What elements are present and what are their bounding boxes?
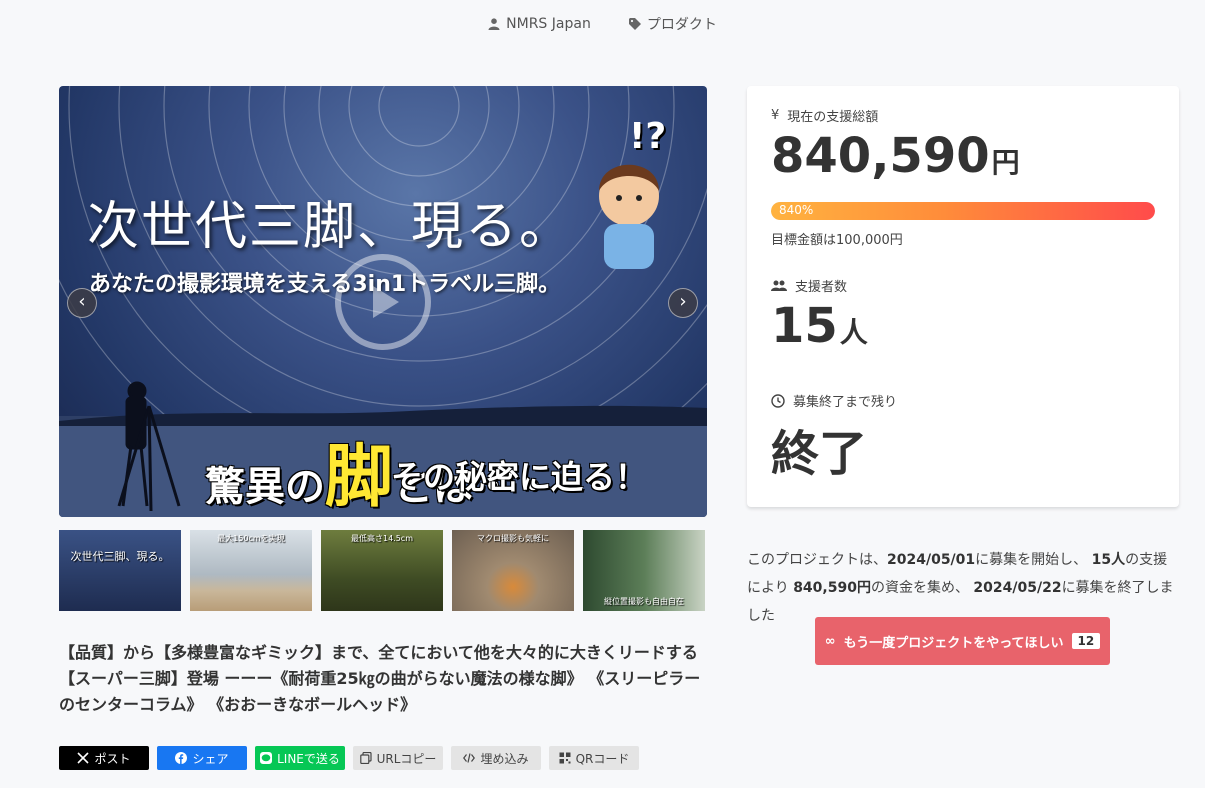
user-icon	[488, 18, 500, 30]
backers-count-unit: 人	[839, 316, 868, 349]
summary-text-4: の資金を集め、	[870, 580, 969, 596]
hero-catch-a: 驚異の	[205, 464, 325, 510]
embed-button[interactable]: 埋め込み	[451, 746, 541, 770]
total-amount-unit: 円	[991, 146, 1020, 179]
owner-name: NMRS Japan	[506, 16, 591, 32]
hero-subtitle: あなたの撮影環境を支える3in1トラベル三脚。	[89, 272, 561, 297]
category-name: プロダクト	[646, 17, 717, 33]
thumbnail-2[interactable]: 最大150cmを実現	[190, 530, 312, 611]
request-again-count: 12	[1071, 633, 1101, 649]
share-line-button[interactable]: LINEで送る	[255, 746, 345, 770]
funding-progress-bar: 840%	[771, 202, 1155, 220]
facebook-icon	[175, 752, 188, 764]
qr-code-icon	[559, 752, 571, 764]
backers-label-text: 支援者数	[795, 280, 848, 295]
thumbnail-4[interactable]: マクロ撮影も気軽に	[452, 530, 574, 611]
share-facebook-label: シェア	[192, 751, 229, 766]
category-link[interactable]: プロダクト	[628, 14, 717, 34]
summary-text-2: に募集を開始し、	[975, 552, 1088, 568]
funding-stats-card: ¥ 現在の支援総額 840,590円 840% 目標金額は100,000円 支援…	[747, 86, 1179, 507]
summary-backers: 15人	[1091, 552, 1126, 568]
thumbnail-caption: マクロ撮影も気軽に	[477, 534, 549, 543]
tag-icon	[628, 18, 641, 30]
thumbnail-caption: 最大150cmを実現	[217, 534, 285, 543]
project-meta-bar: NMRS Japan プロダクト	[0, 14, 1205, 34]
project-description: 【品質】から【多様豊富なギミック】まで、全てにおいて他を大々的に大きくリードする…	[59, 643, 701, 714]
users-icon	[771, 280, 787, 291]
share-buttons: ポスト シェア LINEで送る URLコピー 埋め込み QRコード	[59, 746, 639, 770]
slider-next-button[interactable]: ›	[668, 288, 698, 318]
summary-start-date: 2024/05/01	[887, 552, 976, 568]
share-x-button[interactable]: ポスト	[59, 746, 149, 770]
thumbnail-caption: 最低高さ14.5cm	[350, 534, 413, 543]
share-x-label: ポスト	[94, 751, 131, 766]
embed-label: 埋め込み	[480, 751, 529, 766]
thumbnail-5[interactable]: 縦位置撮影も自由自在	[583, 530, 705, 611]
play-video-button[interactable]	[335, 254, 431, 350]
qr-code-button[interactable]: QRコード	[549, 746, 639, 770]
line-icon	[260, 752, 273, 764]
request-again-label: もう一度プロジェクトをやってほしい	[843, 635, 1064, 651]
thumbnail-strip: 次世代三脚、現る。 最大150cmを実現 最低高さ14.5cm マクロ撮影も気軽…	[59, 530, 705, 611]
remaining-label: 募集終了まで残り	[771, 391, 897, 410]
share-facebook-button[interactable]: シェア	[157, 746, 247, 770]
remaining-label-text: 募集終了まで残り	[793, 395, 898, 410]
thumbnail-3[interactable]: 最低高さ14.5cm	[321, 530, 443, 611]
summary-end-date: 2024/05/22	[973, 580, 1062, 596]
qr-code-label: QRコード	[575, 751, 630, 766]
yen-icon: ¥	[771, 108, 780, 123]
total-amount-label: ¥ 現在の支援総額	[771, 106, 878, 125]
total-amount: 840,590円	[771, 128, 1020, 184]
goal-amount: 目標金額は100,000円	[771, 233, 903, 248]
clock-icon	[771, 393, 785, 408]
slider-prev-button[interactable]: ‹	[67, 288, 97, 318]
cartoon-character	[599, 164, 659, 269]
hero-title: 次世代三脚、現る。	[87, 197, 574, 257]
request-again-button[interactable]: ∞ もう一度プロジェクトをやってほしい 12	[815, 617, 1110, 665]
summary-amount: 840,590円	[793, 580, 871, 596]
hero-catch-big: 脚	[325, 438, 394, 517]
hero-badge: !?	[629, 116, 667, 157]
summary-text-1: このプロジェクトは、	[747, 552, 887, 568]
thumbnail-1[interactable]: 次世代三脚、現る。	[59, 530, 181, 611]
thumbnail-caption: 次世代三脚、現る。	[70, 550, 170, 563]
owner-link[interactable]: NMRS Japan	[488, 14, 591, 34]
total-amount-value: 840,590	[771, 128, 990, 184]
play-icon	[373, 286, 399, 318]
total-amount-label-text: 現在の支援総額	[787, 110, 879, 125]
progress-percent: 840%	[779, 203, 814, 217]
infinity-icon: ∞	[824, 633, 836, 649]
backers-count-value: 15	[771, 298, 838, 354]
copy-icon	[359, 752, 372, 764]
project-main-visual[interactable]: 次世代三脚、現る。 あなたの撮影環境を支える3in1トラベル三脚。 驚異の脚とは…	[59, 86, 707, 517]
hero-tagline: その秘密に迫る！	[391, 458, 648, 496]
thumbnail-caption: 縦位置撮影も自由自在	[604, 597, 684, 606]
x-logo-icon	[77, 752, 90, 764]
backers-label: 支援者数	[771, 276, 847, 295]
backers-count: 15人	[771, 298, 868, 354]
progress-fill	[771, 202, 1155, 220]
remaining-value: 終了	[771, 426, 868, 482]
copy-url-label: URLコピー	[376, 751, 437, 766]
code-icon	[463, 753, 476, 763]
copy-url-button[interactable]: URLコピー	[353, 746, 443, 770]
share-line-label: LINEで送る	[277, 751, 340, 766]
